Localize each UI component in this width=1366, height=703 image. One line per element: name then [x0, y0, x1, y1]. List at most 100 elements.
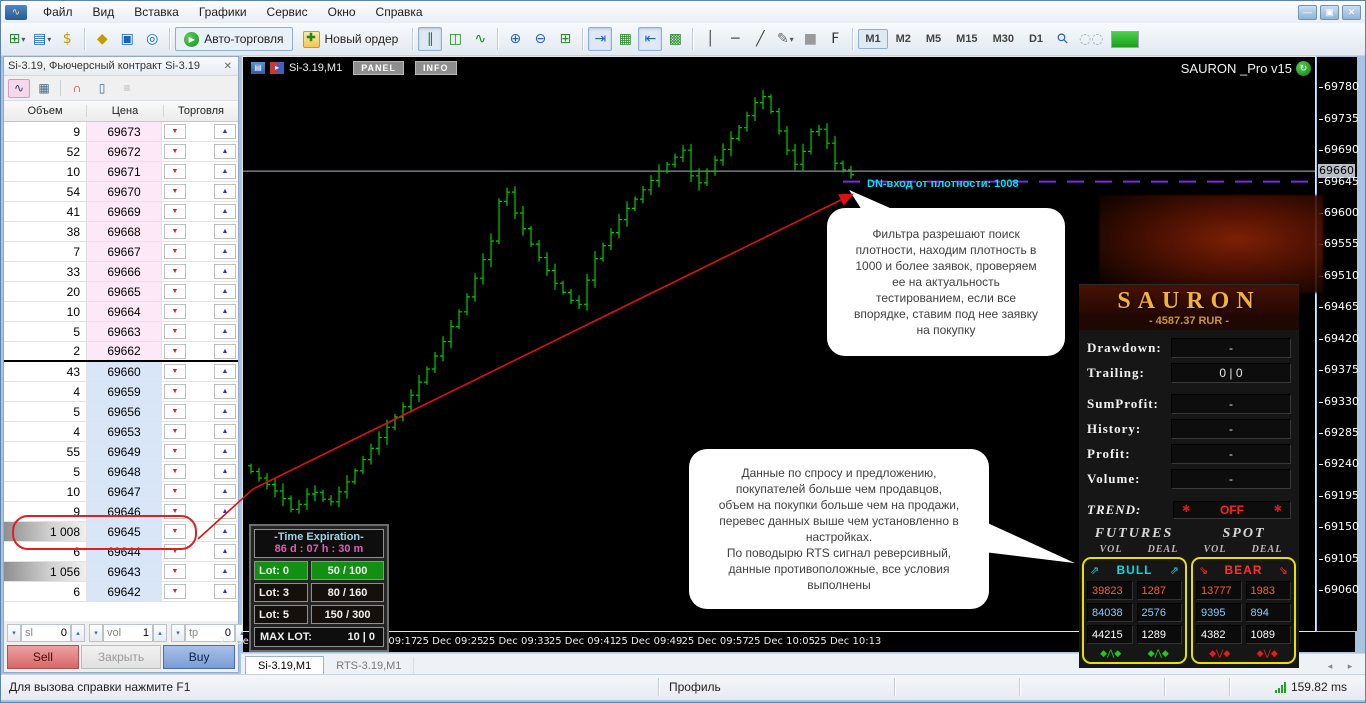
- timeframe-m1[interactable]: M1: [858, 29, 887, 49]
- price-cell[interactable]: 69646: [86, 502, 162, 521]
- autotrade-button[interactable]: ▶Авто-торговля: [175, 27, 292, 51]
- price-cell[interactable]: 69673: [86, 122, 162, 141]
- market-watch-button[interactable]: $: [55, 27, 79, 51]
- sell-tick-button[interactable]: ▼: [164, 564, 186, 579]
- sell-tick-button[interactable]: ▼: [164, 284, 186, 299]
- chart-template-button[interactable]: ▩: [663, 27, 687, 51]
- price-cell[interactable]: 69671: [86, 162, 162, 181]
- dropdown-arrow-icon[interactable]: ▾: [47, 35, 51, 44]
- price-cell[interactable]: 69643: [86, 562, 162, 581]
- buy-tick-button[interactable]: ▲: [214, 584, 236, 599]
- one-click-trading-icon[interactable]: ▸: [270, 62, 284, 74]
- spin-up-button[interactable]: ▴: [71, 624, 85, 642]
- sell-tick-button[interactable]: ▼: [164, 204, 186, 219]
- sell-tick-button[interactable]: ▼: [164, 164, 186, 179]
- menu-item-0[interactable]: Файл: [33, 2, 83, 22]
- buy-tick-button[interactable]: ▲: [214, 124, 236, 139]
- buy-tick-button[interactable]: ▲: [214, 564, 236, 579]
- price-cell[interactable]: 69644: [86, 542, 162, 561]
- price-cell[interactable]: 69645: [86, 522, 162, 541]
- dropdown-arrow-icon[interactable]: ▾: [21, 35, 25, 44]
- buy-tick-button[interactable]: ▲: [214, 444, 236, 459]
- menu-item-6[interactable]: Справка: [366, 2, 433, 22]
- buy-tick-button[interactable]: ▲: [214, 464, 236, 479]
- sell-tick-button[interactable]: ▼: [164, 444, 186, 459]
- dom-titlebar[interactable]: Si-3.19, Фьючерсный контракт Si-3.19 ✕: [4, 57, 238, 76]
- sell-tick-button[interactable]: ▼: [164, 364, 186, 379]
- price-cell[interactable]: 69668: [86, 222, 162, 241]
- sell-tick-button[interactable]: ▼: [164, 484, 186, 499]
- vol-field[interactable]: vol1: [103, 624, 153, 642]
- price-cell[interactable]: 69660: [86, 362, 162, 381]
- sell-tick-button[interactable]: ▼: [164, 124, 186, 139]
- menu-item-5[interactable]: Окно: [318, 2, 366, 22]
- info-button[interactable]: INFO: [415, 61, 457, 75]
- strategy-tester-button[interactable]: ◎: [140, 27, 164, 51]
- line-chart-button[interactable]: ∿: [468, 27, 492, 51]
- buy-tick-button[interactable]: ▲: [214, 244, 236, 259]
- profiles-button[interactable]: ▤▾: [30, 27, 54, 51]
- tab-si-3-19-m1[interactable]: Si-3.19,M1: [245, 656, 324, 676]
- sell-tick-button[interactable]: ▼: [164, 184, 186, 199]
- chart-screenshot-button[interactable]: ▦: [613, 27, 637, 51]
- sell-tick-button[interactable]: ▼: [164, 264, 186, 279]
- sell-tick-button[interactable]: ▼: [164, 324, 186, 339]
- chart-area[interactable]: ▤ ▸ Si-3.19,M1 PANEL INFO SAURON _Pro v1…: [243, 57, 1315, 631]
- buy-tick-button[interactable]: ▲: [214, 284, 236, 299]
- sell-tick-button[interactable]: ▼: [164, 344, 186, 359]
- status-profile[interactable]: Профиль: [669, 680, 721, 694]
- navigator-button[interactable]: ▣: [115, 27, 139, 51]
- search-button[interactable]: ⚲: [1051, 27, 1075, 51]
- horizontal-line-button[interactable]: ─: [723, 27, 747, 51]
- bull-header[interactable]: ⇗BULL⇗: [1087, 562, 1182, 578]
- menu-item-3[interactable]: Графики: [189, 2, 257, 22]
- sl-field[interactable]: sl0: [21, 624, 71, 642]
- chart-toggle-button[interactable]: ∿: [8, 79, 30, 98]
- sell-tick-button[interactable]: ▼: [164, 144, 186, 159]
- sell-tick-button[interactable]: ▼: [164, 524, 186, 539]
- price-cell[interactable]: 69662: [86, 342, 162, 360]
- buy-tick-button[interactable]: ▲: [214, 384, 236, 399]
- price-cell[interactable]: 69672: [86, 142, 162, 161]
- menu-item-4[interactable]: Сервис: [257, 2, 318, 22]
- sell-tick-button[interactable]: ▼: [164, 404, 186, 419]
- sell-tick-button[interactable]: ▼: [164, 464, 186, 479]
- spin-down-button[interactable]: ▾: [7, 624, 21, 642]
- price-cell[interactable]: 69670: [86, 182, 162, 201]
- price-cell[interactable]: 69656: [86, 402, 162, 421]
- sell-tick-button[interactable]: ▼: [164, 584, 186, 599]
- timeframe-m30[interactable]: M30: [986, 29, 1021, 49]
- price-cell[interactable]: 69659: [86, 382, 162, 401]
- tab-scroll-left-button[interactable]: ◂: [1321, 659, 1339, 673]
- sell-tick-button[interactable]: ▼: [164, 224, 186, 239]
- spin-down-button[interactable]: ▾: [171, 624, 185, 642]
- price-scale[interactable]: 69660 6978069735696906964569600695556951…: [1317, 57, 1357, 631]
- auto-scroll-button[interactable]: ⇥: [588, 27, 612, 51]
- bear-header[interactable]: ⇘BEAR⇘: [1196, 562, 1291, 578]
- quotes-book-button[interactable]: ◆: [90, 27, 114, 51]
- buy-tick-button[interactable]: ▲: [214, 524, 236, 539]
- buy-tick-button[interactable]: ▲: [214, 304, 236, 319]
- buy-tick-button[interactable]: ▲: [214, 424, 236, 439]
- close-position-button[interactable]: Закрыть: [81, 645, 161, 669]
- price-cell[interactable]: 69648: [86, 462, 162, 481]
- restore-button[interactable]: ▣: [1320, 5, 1339, 20]
- chat-button[interactable]: ◌◌: [1076, 27, 1106, 51]
- sell-tick-button[interactable]: ▼: [164, 384, 186, 399]
- price-cell[interactable]: 69642: [86, 582, 162, 601]
- bars-chart-button[interactable]: ∥: [418, 27, 442, 51]
- sell-tick-button[interactable]: ▼: [164, 424, 186, 439]
- sell-tick-button[interactable]: ▼: [164, 304, 186, 319]
- buy-tick-button[interactable]: ▲: [214, 344, 236, 359]
- close-button[interactable]: ✕: [1342, 5, 1361, 20]
- price-cell[interactable]: 69649: [86, 442, 162, 461]
- buy-tick-button[interactable]: ▲: [214, 484, 236, 499]
- price-cell[interactable]: 69669: [86, 202, 162, 221]
- sell-tick-button[interactable]: ▼: [164, 544, 186, 559]
- timeframe-m5[interactable]: M5: [919, 29, 948, 49]
- zoom-in-button[interactable]: ⊕: [503, 27, 527, 51]
- price-cell[interactable]: 69647: [86, 482, 162, 501]
- buy-tick-button[interactable]: ▲: [214, 364, 236, 379]
- timeframe-m15[interactable]: M15: [949, 29, 984, 49]
- timeframe-d1[interactable]: D1: [1022, 29, 1050, 49]
